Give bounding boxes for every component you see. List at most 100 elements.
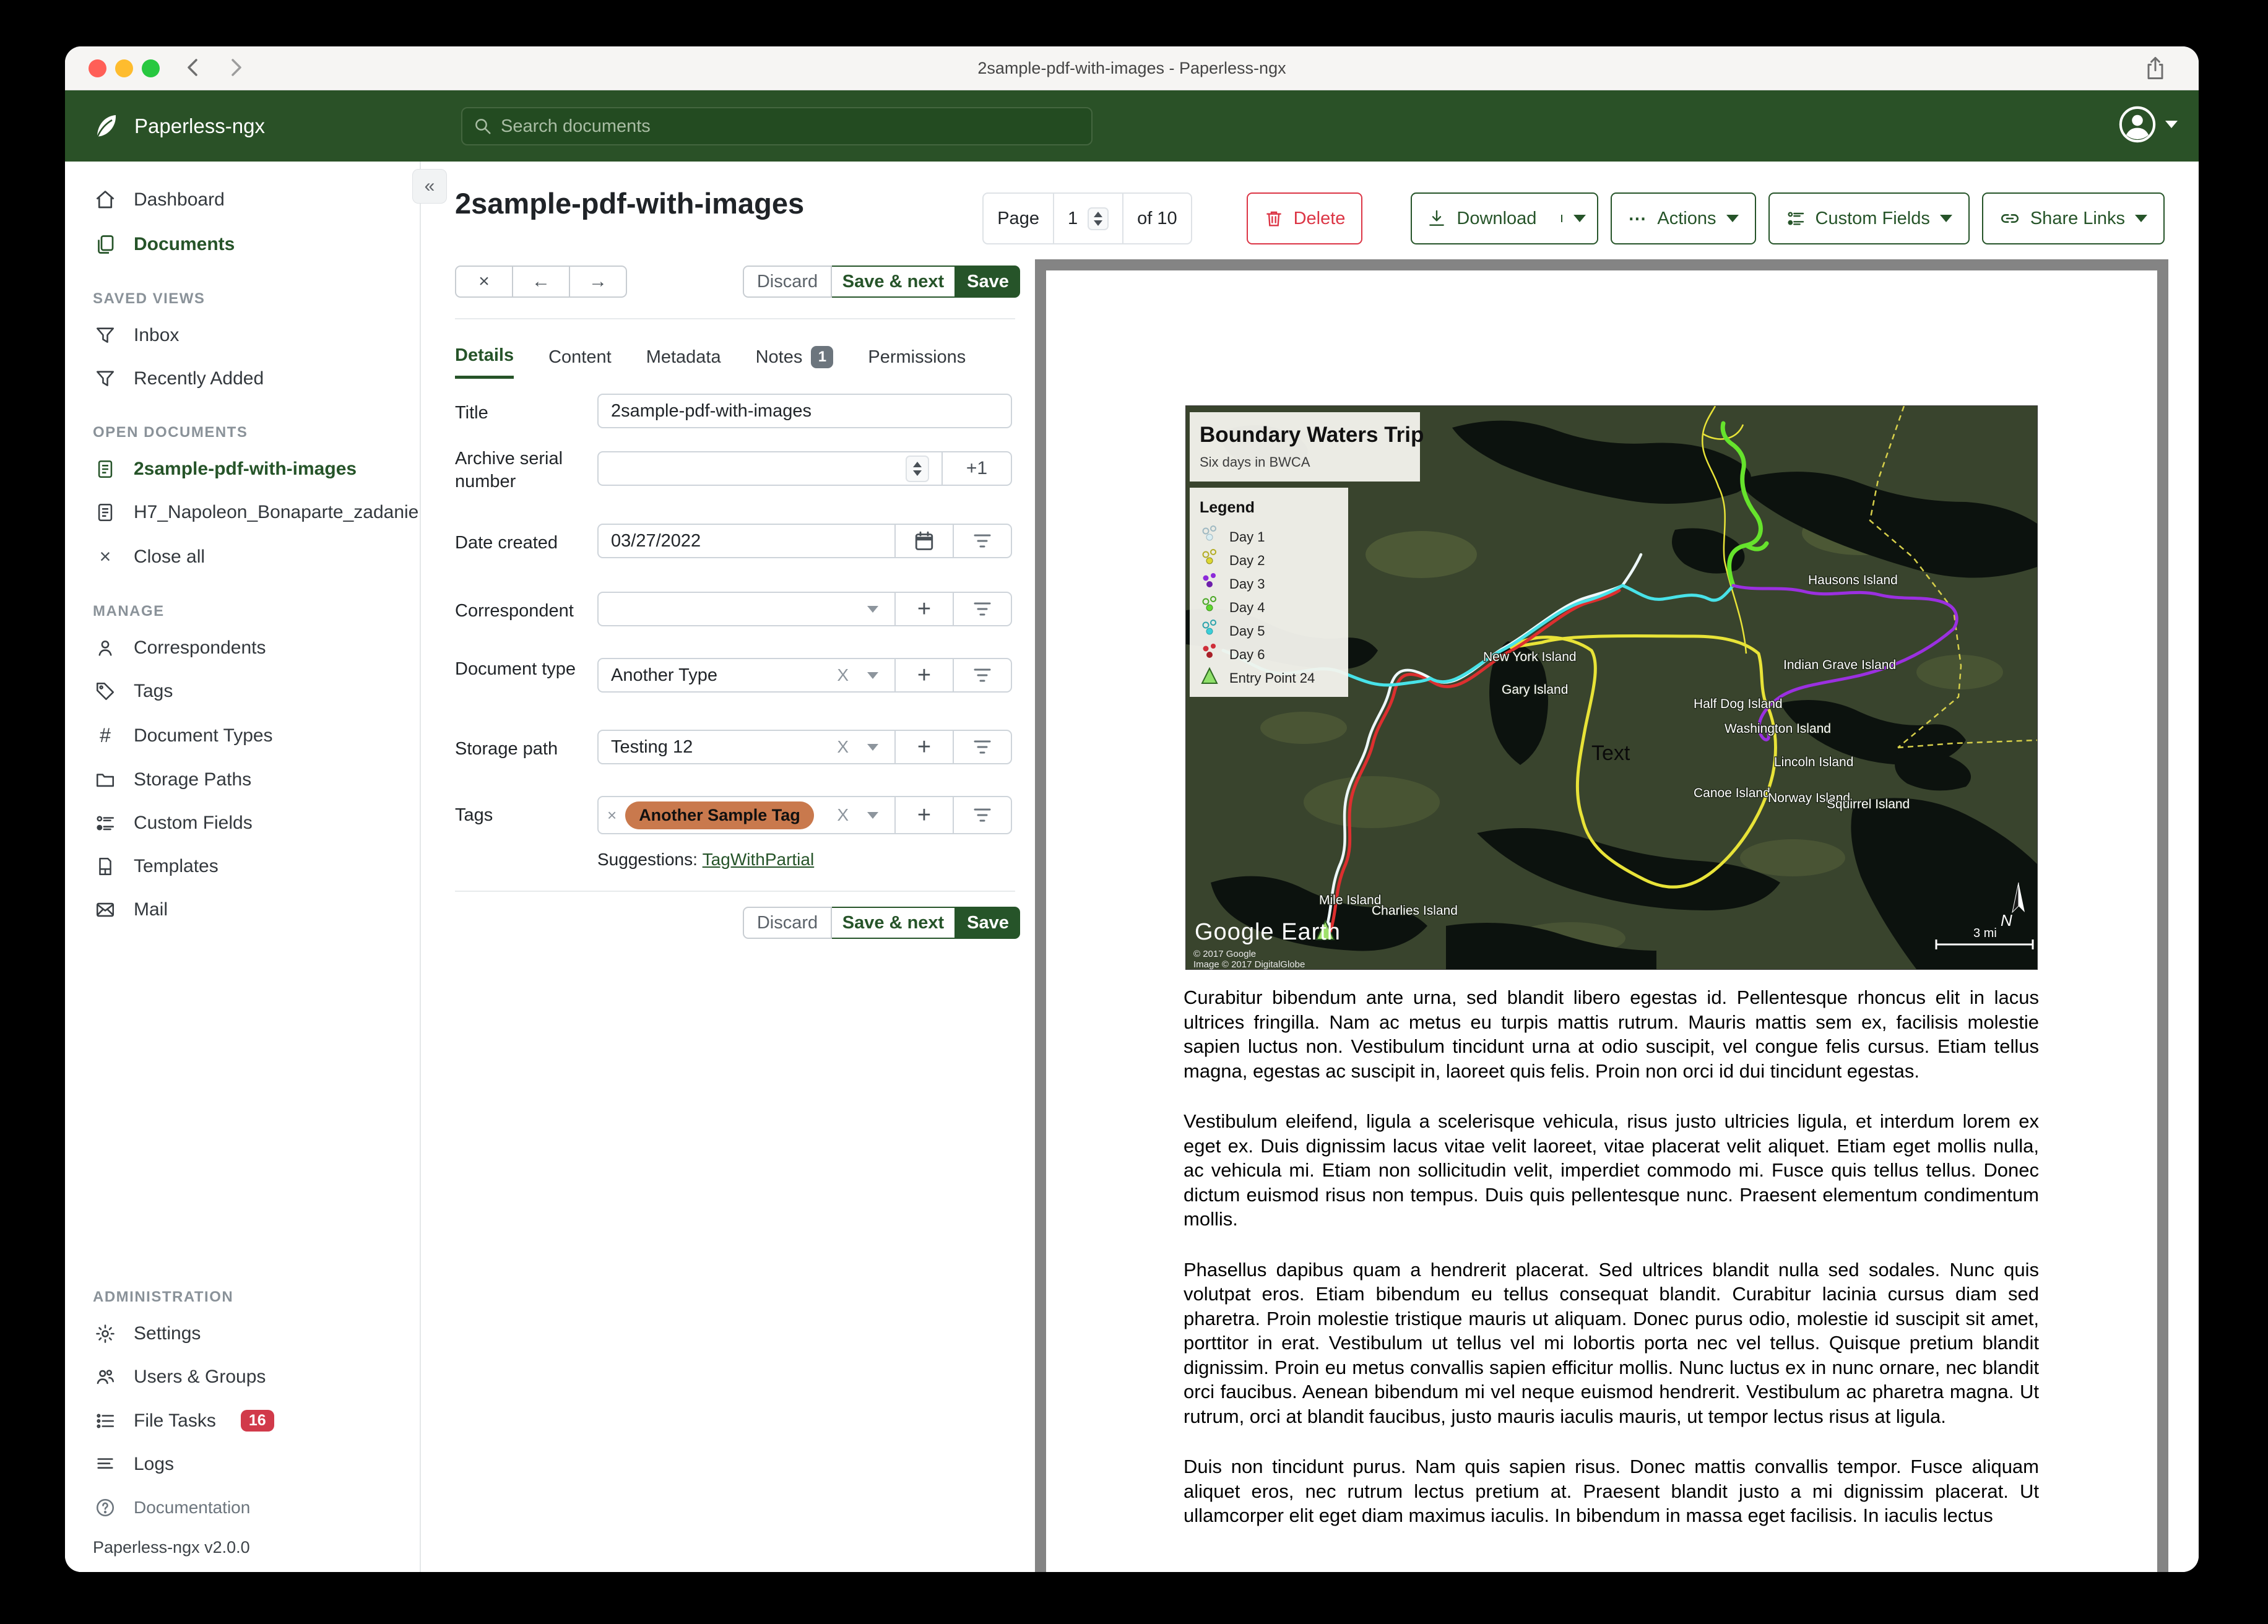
sidebar-item-logs[interactable]: Logs <box>65 1443 420 1486</box>
google-earth-logo: Google Earth <box>1195 919 1341 945</box>
page-count-label: of 10 <box>1137 208 1177 228</box>
sidebar-item-label: Documentation <box>134 1498 251 1517</box>
custom-fields-label: Custom Fields <box>1815 208 1930 228</box>
map-label: Charlies Island <box>1372 904 1458 918</box>
sidebar-item-dashboard[interactable]: Dashboard <box>65 178 420 222</box>
paragraph: Phasellus dapibus quam a hendrerit place… <box>1184 1258 2039 1427</box>
sidebar-item-label: Correspondents <box>134 637 266 658</box>
save-next-button[interactable]: Save & next <box>832 907 956 939</box>
asn-plus-one-button[interactable]: +1 <box>941 452 1011 485</box>
sidebar-open-doc-current[interactable]: 2sample-pdf-with-images <box>65 447 420 491</box>
calendar-button[interactable] <box>894 525 953 557</box>
user-menu[interactable] <box>2118 105 2178 144</box>
legend-label: Day 3 <box>1229 576 1265 592</box>
sidebar-item-correspondents[interactable]: Correspondents <box>65 626 420 670</box>
page-stepper[interactable] <box>1088 207 1109 230</box>
clear-icon[interactable]: X <box>837 805 849 825</box>
save-button[interactable]: Save <box>956 907 1020 939</box>
tags-filter-button[interactable] <box>953 797 1011 833</box>
discard-button[interactable]: Discard <box>743 266 832 298</box>
next-document-button[interactable]: → <box>570 266 627 298</box>
page-label: Page <box>997 208 1039 228</box>
paragraph: Vestibulum eleifend, ligula a scelerisqu… <box>1184 1110 2039 1230</box>
correspondent-filter-button[interactable] <box>953 593 1011 625</box>
storage-path-filter-button[interactable] <box>953 731 1011 763</box>
chevron-down-icon <box>867 672 878 679</box>
download-button[interactable]: Download <box>1411 192 1599 244</box>
app-header: Paperless-ngx Search documents <box>65 90 2199 162</box>
save-button[interactable]: Save <box>956 266 1020 298</box>
storage-path-add-button[interactable]: + <box>894 731 953 763</box>
sidebar-open-doc-napoleon[interactable]: H7_Napoleon_Bonaparte_zadanie <box>65 491 420 534</box>
tab-metadata[interactable]: Metadata <box>646 337 721 379</box>
actions-label: Actions <box>1657 208 1716 228</box>
clear-icon[interactable]: X <box>837 665 849 685</box>
document-type-select[interactable]: Another Type X + <box>597 658 1012 693</box>
correspondent-select[interactable]: + <box>597 592 1012 626</box>
sidebar-item-users-groups[interactable]: Users & Groups <box>65 1355 420 1399</box>
discard-button[interactable]: Discard <box>743 907 832 939</box>
page-number-value: 1 <box>1067 208 1078 228</box>
map-label: Hausons Island <box>1808 573 1898 587</box>
document-type-add-button[interactable]: + <box>894 659 953 691</box>
brand[interactable]: Paperless-ngx <box>91 90 265 162</box>
close-document-button[interactable]: × <box>455 266 513 298</box>
tab-notes[interactable]: Notes 1 <box>756 337 834 379</box>
sidebar-item-documentation[interactable]: Documentation <box>65 1486 420 1529</box>
sidebar-item-tags[interactable]: Tags <box>65 670 420 713</box>
sidebar-item-documents[interactable]: Documents <box>65 222 420 267</box>
sidebar-section-open-documents: OPEN DOCUMENTS <box>93 424 248 441</box>
download-dropdown-toggle[interactable] <box>1561 215 1597 222</box>
clear-icon[interactable]: X <box>837 737 849 757</box>
pdf-preview-pane[interactable]: Hausons Island New York Island Gary Isla… <box>1035 259 2168 1572</box>
sidebar-collapse-button[interactable]: « <box>412 169 447 204</box>
delete-label: Delete <box>1293 208 1346 228</box>
correspondent-add-button[interactable]: + <box>894 593 953 625</box>
asn-input[interactable]: +1 <box>597 451 1012 486</box>
map-image: Hausons Island New York Island Gary Isla… <box>1186 405 2038 970</box>
asn-stepper[interactable] <box>906 455 929 482</box>
detail-tabs: Details Content Metadata Notes 1 Permissi… <box>455 337 1000 379</box>
suggestion-link[interactable]: TagWithPartial <box>703 850 815 869</box>
app-window: 2sample-pdf-with-images - Paperless-ngx … <box>65 46 2199 1572</box>
tab-permissions[interactable]: Permissions <box>868 337 966 379</box>
tab-content[interactable]: Content <box>548 337 612 379</box>
map-label: Indian Grave Island <box>1783 658 1896 672</box>
sidebar-close-all[interactable]: × Close all <box>65 534 420 579</box>
sidebar-item-templates[interactable]: Templates <box>65 845 420 888</box>
save-next-button[interactable]: Save & next <box>832 266 956 298</box>
tags-select[interactable]: × Another Sample Tag X + <box>597 796 1012 834</box>
tags-add-button[interactable]: + <box>894 797 953 833</box>
remove-tag-icon[interactable]: × <box>607 806 617 825</box>
calendar-icon <box>915 531 933 550</box>
sidebar-item-document-types[interactable]: # Document Types <box>65 713 420 758</box>
actions-button[interactable]: ⋯ Actions <box>1611 192 1756 244</box>
chevron-down-icon <box>867 811 878 819</box>
hash-icon: # <box>100 724 111 746</box>
share-links-button[interactable]: Share Links <box>1981 192 2165 244</box>
sidebar-item-custom-fields[interactable]: Custom Fields <box>65 801 420 845</box>
tab-details[interactable]: Details <box>455 337 514 379</box>
share-icon[interactable] <box>2142 54 2169 82</box>
sidebar-item-settings[interactable]: Settings <box>65 1312 420 1355</box>
storage-path-select[interactable]: Testing 12 X + <box>597 730 1012 764</box>
sidebar-item-inbox[interactable]: Inbox <box>65 314 420 357</box>
previous-document-button[interactable]: ← <box>513 266 570 298</box>
date-filter-button[interactable] <box>953 525 1011 557</box>
sidebar-item-label: Close all <box>134 546 206 567</box>
delete-button[interactable]: Delete <box>1246 192 1363 244</box>
document-type-filter-button[interactable] <box>953 659 1011 691</box>
page-number-input[interactable]: 1 <box>1052 194 1124 243</box>
title-input[interactable]: 2sample-pdf-with-images <box>597 394 1012 428</box>
sidebar-item-mail[interactable]: Mail <box>65 888 420 931</box>
chevron-down-icon <box>867 743 878 751</box>
date-created-input[interactable]: 03/27/2022 <box>597 524 1012 558</box>
custom-fields-button[interactable]: Custom Fields <box>1768 192 1970 244</box>
legend-label: Day 1 <box>1229 529 1265 545</box>
sidebar-item-file-tasks[interactable]: File Tasks 16 <box>65 1399 420 1443</box>
document-icon <box>93 502 118 523</box>
sidebar-item-storage-paths[interactable]: Storage Paths <box>65 758 420 801</box>
correspondent-label: Correspondent <box>455 601 574 621</box>
search-input[interactable]: Search documents <box>461 107 1093 145</box>
sidebar-item-recently-added[interactable]: Recently Added <box>65 357 420 400</box>
